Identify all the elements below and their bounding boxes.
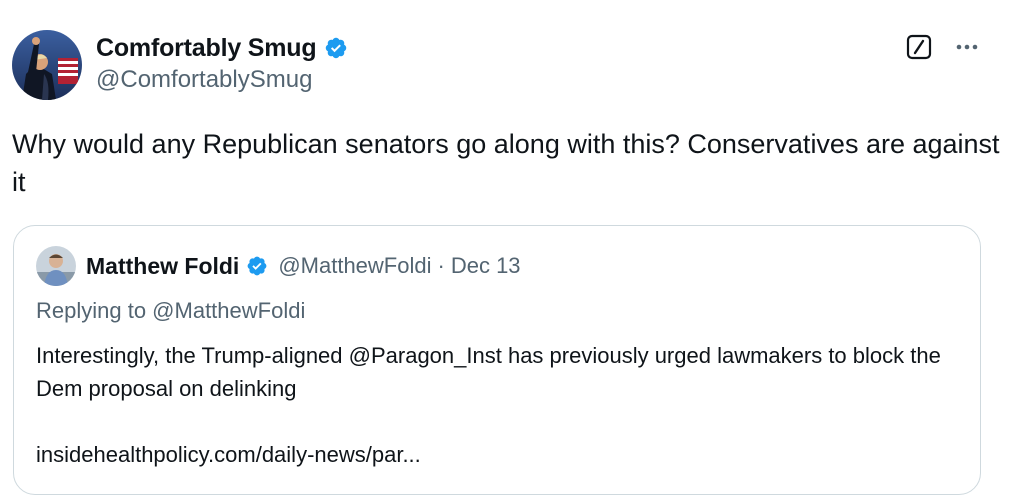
verified-badge-icon [324,36,348,60]
quoted-author-display-name[interactable]: Matthew Foldi [86,253,239,280]
quoted-post-link[interactable]: insidehealthpolicy.com/daily-news/par... [36,442,421,468]
quoted-author-avatar[interactable] [36,246,76,286]
post-card[interactable]: Comfortably Smug @ComfortablySmug Why wo… [0,0,1024,503]
post-actions [906,34,980,60]
author-display-name[interactable]: Comfortably Smug [96,34,317,63]
quoted-post-date[interactable]: Dec 13 [451,253,521,279]
quoted-post[interactable]: Matthew Foldi @MatthewFoldi · Dec 13 Rep… [13,225,981,495]
quoted-post-text: Interestingly, the Trump-aligned @Parago… [36,343,941,401]
more-options-icon[interactable] [954,34,980,60]
author-handle[interactable]: @ComfortablySmug [96,66,348,94]
quoted-post-header: Matthew Foldi @MatthewFoldi · Dec 13 [36,246,521,286]
author-info: Comfortably Smug @ComfortablySmug [96,32,348,94]
quoted-verified-badge-icon [246,255,268,277]
grok-icon[interactable] [906,34,932,60]
quoted-author-handle[interactable]: @MatthewFoldi [278,253,431,279]
author-avatar[interactable] [12,30,82,100]
header-separator: · [437,253,445,278]
replying-to[interactable]: Replying to @MatthewFoldi [36,298,305,324]
post-text: Why would any Republican senators go alo… [12,129,1000,197]
